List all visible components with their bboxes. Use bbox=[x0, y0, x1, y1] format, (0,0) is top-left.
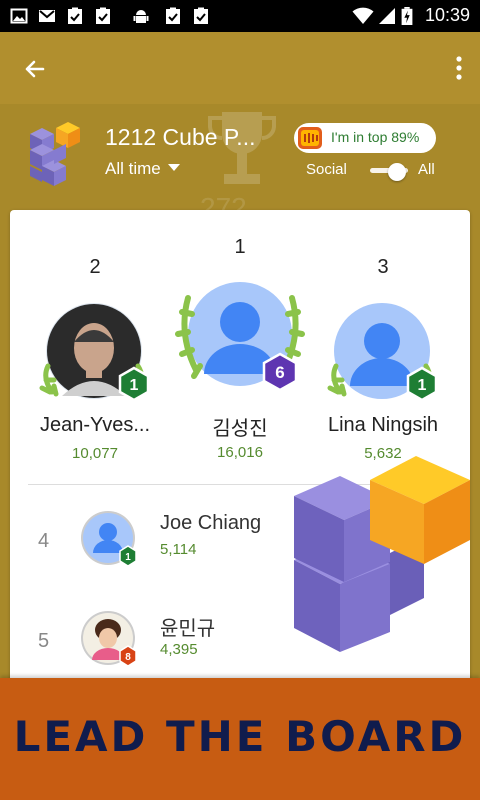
caret-down-icon bbox=[167, 164, 180, 172]
level-badge-text: 6 bbox=[275, 363, 284, 382]
level-badge-text: 8 bbox=[125, 652, 131, 663]
player-score: 10,077 bbox=[72, 445, 118, 462]
task-check-icon bbox=[166, 7, 180, 24]
banner-text: LEAD THE BOARD bbox=[13, 712, 467, 761]
timespan-label: All time bbox=[105, 159, 161, 178]
more-vert-icon[interactable] bbox=[452, 54, 466, 82]
rank-label: 1 bbox=[234, 236, 246, 258]
top-percent-text: I'm in top 89% bbox=[331, 129, 420, 145]
player-name: Jean-Yves... bbox=[39, 414, 151, 436]
top-percent-badge: I'm in top 89% bbox=[294, 123, 436, 153]
podium-third[interactable]: 3 1 Lina Ningsih 5,632 bbox=[318, 250, 448, 465]
rank-label: 3 bbox=[377, 256, 389, 278]
toggle-label-all: All bbox=[418, 161, 435, 178]
player-name: 김성진 bbox=[212, 418, 268, 440]
status-bar: 10:39 bbox=[0, 0, 480, 32]
social-all-switch[interactable] bbox=[368, 163, 410, 183]
image-icon bbox=[10, 8, 28, 24]
player-score: 5,114 bbox=[160, 541, 197, 558]
row-rank: 5 bbox=[38, 630, 50, 652]
android-icon bbox=[133, 10, 149, 23]
cellular-icon bbox=[379, 8, 395, 24]
task-check-icon bbox=[68, 7, 82, 24]
player-avatar: 1 bbox=[327, 303, 438, 402]
back-arrow-icon[interactable] bbox=[18, 52, 52, 86]
player-name: Joe Chiang bbox=[160, 512, 262, 534]
switch-thumb bbox=[388, 163, 406, 181]
gmail-icon bbox=[39, 10, 55, 22]
player-name: 윤민규 bbox=[160, 618, 216, 640]
player-score: 4,395 bbox=[160, 641, 198, 658]
cube-promo-graphic bbox=[294, 456, 470, 652]
social-all-toggle-row: Social All bbox=[306, 159, 446, 183]
player-avatar: 1 bbox=[81, 511, 137, 567]
watermark-number: 272 bbox=[200, 192, 247, 210]
player-avatar: 1 bbox=[39, 303, 150, 402]
wifi-icon bbox=[352, 7, 374, 24]
game-cube-icon bbox=[30, 122, 80, 186]
podium-first[interactable]: 1 6 김성진 16,016 bbox=[170, 230, 310, 465]
app-bar bbox=[0, 32, 480, 104]
promo-banner: LEAD THE BOARD bbox=[0, 678, 480, 800]
task-check-icon bbox=[194, 7, 208, 24]
player-avatar: 8 bbox=[81, 611, 137, 667]
player-avatar: 6 bbox=[175, 282, 305, 392]
leaderboard-header: 272 1212 Cube P... All time I'm in top 8… bbox=[0, 104, 480, 210]
podium-second[interactable]: 2 1 Jean-Yves... 10,077 bbox=[30, 250, 160, 465]
rank-badge-icon bbox=[298, 127, 322, 149]
level-badge-text: 1 bbox=[130, 377, 139, 394]
toggle-label-social: Social bbox=[306, 161, 347, 178]
trophy-watermark-icon bbox=[208, 112, 276, 184]
game-title: 1212 Cube P... bbox=[105, 124, 256, 150]
level-badge-text: 1 bbox=[418, 377, 427, 394]
battery-charging-icon bbox=[401, 7, 413, 25]
timespan-dropdown[interactable]: All time bbox=[105, 159, 180, 179]
level-badge-text: 1 bbox=[125, 552, 131, 563]
clock: 10:39 bbox=[424, 5, 470, 25]
row-rank: 4 bbox=[38, 530, 50, 552]
player-name: Lina Ningsih bbox=[327, 414, 439, 436]
task-check-icon bbox=[96, 7, 110, 24]
rank-label: 2 bbox=[89, 256, 101, 278]
